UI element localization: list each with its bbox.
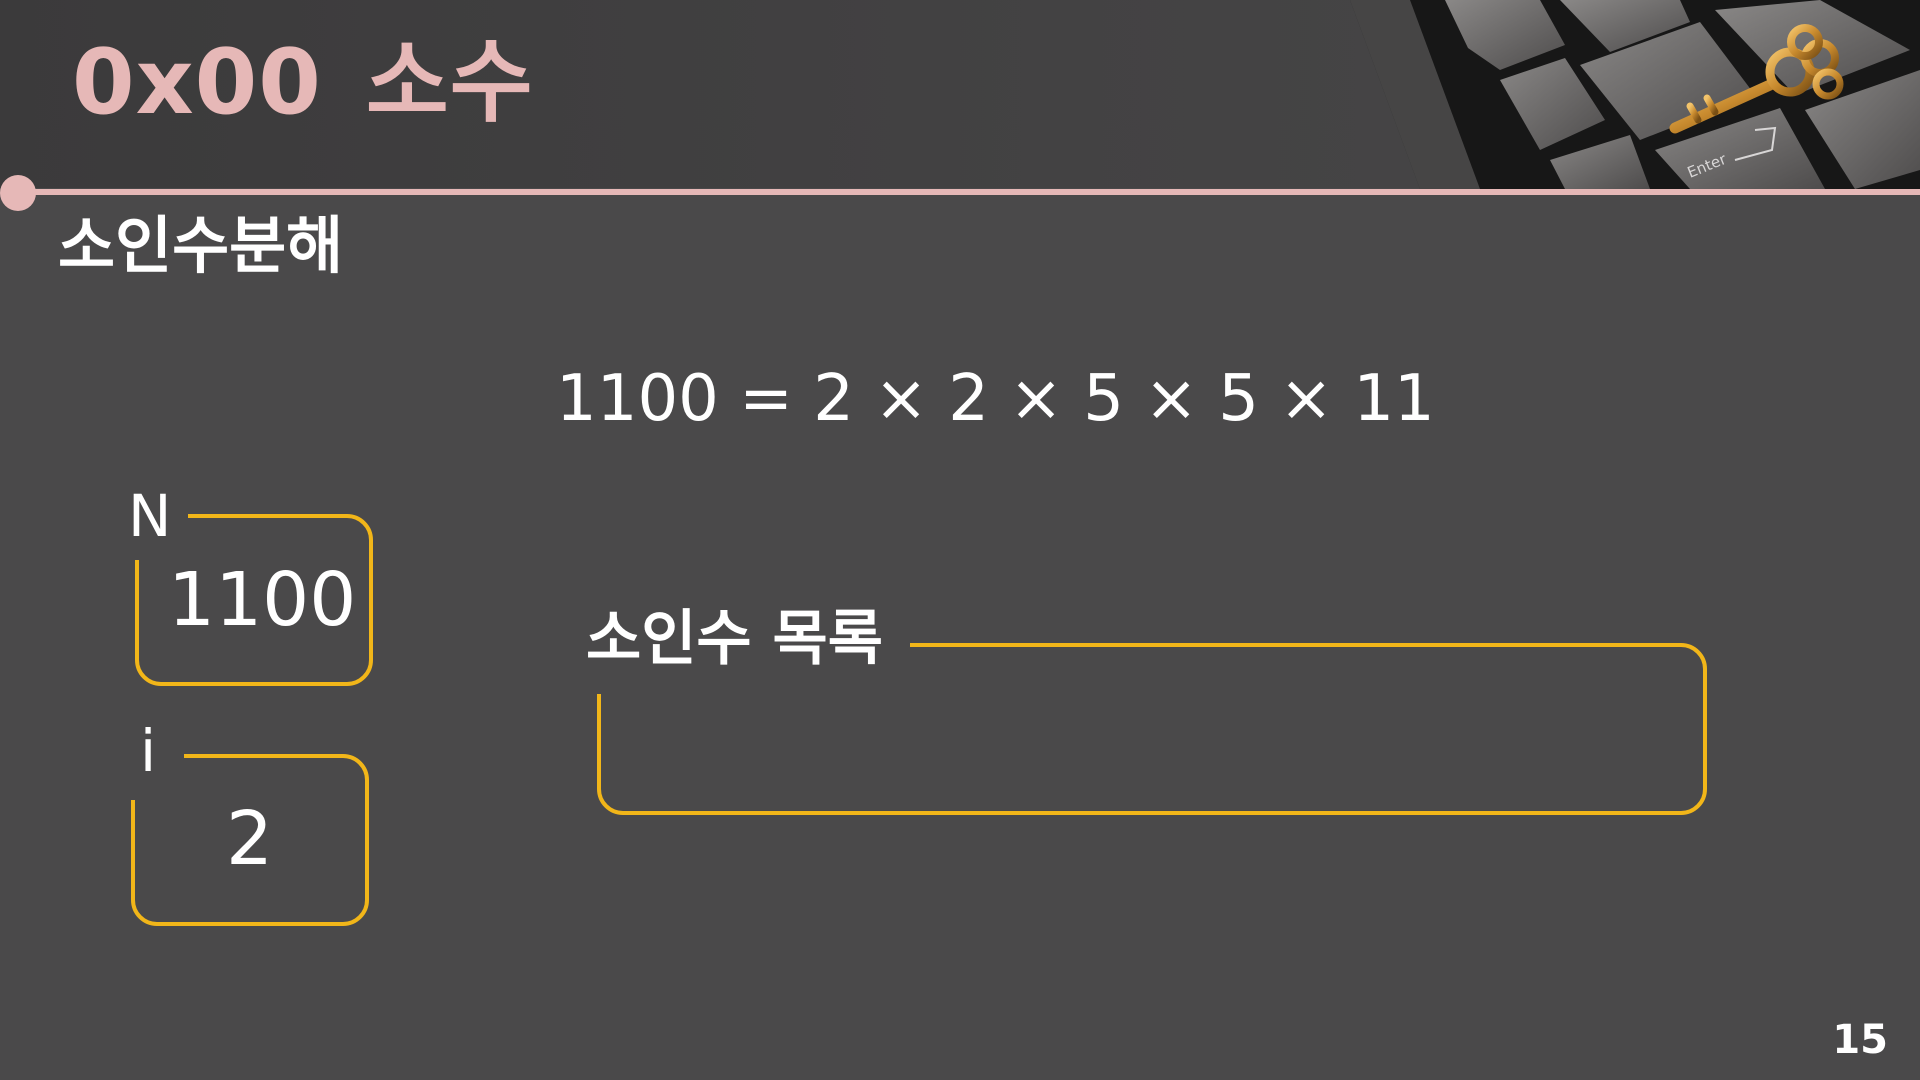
title-underline-dot: [0, 175, 36, 211]
variable-n-value: 1100: [168, 557, 357, 643]
slide-title-code: 0x00: [72, 30, 322, 135]
variable-i-label: i: [140, 717, 157, 785]
variable-n-label: N: [128, 482, 172, 550]
page-number: 15: [1832, 1017, 1888, 1063]
section-subtitle: 소인수분해: [58, 209, 344, 282]
factor-list-label: 소인수 목록: [586, 604, 883, 674]
slide-title: 0x00 소수: [72, 38, 534, 128]
title-underline: [18, 189, 1920, 195]
keyboard-key-image: Enter: [1350, 0, 1920, 189]
variable-i-value: 2: [226, 796, 274, 882]
slide-title-text: 소수: [365, 30, 534, 135]
factorization-equation: 1100 = 2 × 2 × 5 × 5 × 11: [556, 362, 1435, 436]
